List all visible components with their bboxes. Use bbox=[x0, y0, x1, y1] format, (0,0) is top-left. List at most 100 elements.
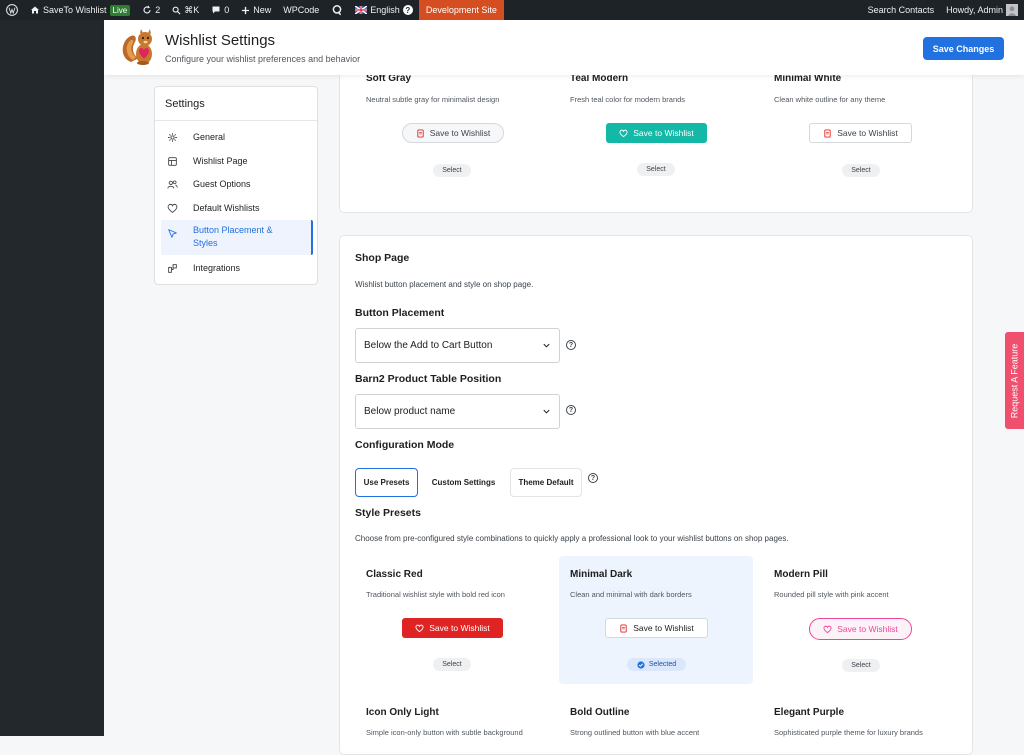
settings-sidebar: Settings General Wishlist Page Guest Opt… bbox=[154, 86, 318, 285]
uk-flag-icon bbox=[355, 6, 368, 14]
button-placement-label: Button Placement bbox=[355, 307, 445, 319]
sidebar-item-button-placement[interactable]: Button Placement & Styles bbox=[161, 220, 313, 255]
preset-desc: Clean and minimal with dark borders bbox=[570, 590, 692, 599]
plus-icon bbox=[242, 6, 250, 14]
admin-bar: SaveTo Wishlist Live 2 ⌘K 0 New WPCode E… bbox=[0, 0, 1024, 20]
button-label: Save to Wishlist bbox=[633, 623, 694, 633]
select-button[interactable]: Select bbox=[842, 659, 880, 672]
preset-name: Minimal Dark bbox=[570, 569, 633, 580]
sidebar-item-label: Button Placement & Styles bbox=[193, 225, 273, 248]
save-changes-button[interactable]: Save Changes bbox=[923, 37, 1004, 60]
admin-bar-new[interactable]: New bbox=[235, 0, 277, 20]
search-contacts-link[interactable]: Search Contacts bbox=[862, 0, 941, 20]
integrations-icon bbox=[168, 263, 177, 273]
preset-name: Classic Red bbox=[366, 569, 423, 580]
q-logo-icon bbox=[332, 5, 342, 16]
sidebar-item-label: Default Wishlists bbox=[193, 202, 260, 213]
sidebar-title: Settings bbox=[165, 98, 205, 110]
sidebar-item-integrations[interactable]: Integrations bbox=[161, 260, 313, 276]
sidebar-item-label: Guest Options bbox=[193, 178, 251, 189]
live-badge: Live bbox=[109, 4, 131, 16]
admin-bar-command[interactable]: ⌘K bbox=[166, 0, 205, 20]
shop-page-card: Shop Page Wishlist button placement and … bbox=[339, 235, 973, 755]
button-label: Save to Wishlist bbox=[837, 128, 898, 138]
admin-bar-updates[interactable]: 2 bbox=[136, 0, 166, 20]
users-icon bbox=[167, 180, 178, 188]
selected-badge[interactable]: Selected bbox=[627, 658, 686, 671]
minimal-dark-wishlist-button[interactable]: Save to Wishlist bbox=[605, 618, 708, 638]
select-button[interactable]: Select bbox=[637, 163, 675, 176]
tab-theme-default[interactable]: Theme Default bbox=[510, 468, 582, 497]
wpcode-label: WPCode bbox=[283, 5, 320, 15]
page-title: Wishlist Settings bbox=[165, 32, 276, 49]
sidebar-item-label: General bbox=[193, 131, 226, 142]
wordpress-logo-icon[interactable] bbox=[0, 0, 24, 20]
select-value: Below the Add to Cart Button bbox=[364, 340, 493, 351]
admin-menu-sidebar bbox=[0, 20, 104, 736]
sidebar-item-wishlist-page[interactable]: Wishlist Page bbox=[161, 153, 313, 169]
home-icon bbox=[31, 6, 39, 14]
top-presets-card: Soft Gray Neutral subtle gray for minima… bbox=[339, 68, 973, 213]
modern-pill-wishlist-button[interactable]: Save to Wishlist bbox=[809, 618, 912, 640]
howdy-admin-link[interactable]: Howdy, Admin bbox=[940, 0, 1024, 20]
shop-page-title: Shop Page bbox=[355, 252, 410, 264]
preset-name: Elegant Purple bbox=[774, 707, 845, 718]
site-name: SaveTo Wishlist bbox=[43, 5, 107, 15]
preset-name: Icon Only Light bbox=[366, 707, 439, 718]
barn2-position-select[interactable]: Below product name bbox=[355, 394, 560, 429]
selected-label: Selected bbox=[648, 661, 677, 668]
request-feature-label: Request A Feature bbox=[1009, 343, 1020, 418]
howdy-label: Howdy, Admin bbox=[946, 5, 1003, 15]
squirrel-logo-icon bbox=[122, 29, 152, 65]
button-label: Save to Wishlist bbox=[429, 623, 490, 633]
development-site-badge[interactable]: Development Site bbox=[418, 0, 504, 20]
admin-bar-site[interactable]: SaveTo Wishlist Live bbox=[24, 0, 136, 20]
new-label: New bbox=[253, 5, 272, 15]
sidebar-item-guest-options[interactable]: Guest Options bbox=[161, 176, 313, 192]
select-button[interactable]: Select bbox=[842, 164, 880, 177]
sidebar-item-label: Integrations bbox=[193, 262, 241, 273]
bookmark-icon bbox=[824, 128, 831, 138]
help-icon[interactable]: ? bbox=[588, 473, 598, 483]
preset-name: Bold Outline bbox=[570, 707, 630, 718]
admin-bar-language[interactable]: English ? bbox=[349, 0, 419, 20]
help-icon[interactable]: ? bbox=[566, 340, 576, 350]
bookmark-icon bbox=[417, 128, 424, 138]
preset-desc: Fresh teal color for modern brands bbox=[570, 95, 686, 104]
style-presets-desc: Choose from pre-configured style combina… bbox=[355, 534, 789, 543]
admin-bar-comments[interactable]: 0 bbox=[205, 0, 235, 20]
teal-modern-wishlist-button[interactable]: Save to Wishlist bbox=[606, 123, 707, 143]
select-button[interactable]: Select bbox=[433, 658, 471, 671]
heart-icon bbox=[823, 625, 832, 633]
request-feature-tab[interactable]: Request A Feature bbox=[1005, 332, 1024, 429]
cursor-icon bbox=[168, 229, 177, 238]
select-button[interactable]: Select bbox=[433, 164, 471, 177]
chevron-down-icon bbox=[543, 343, 550, 348]
admin-bar-wpcode[interactable]: WPCode bbox=[277, 0, 325, 20]
button-placement-select[interactable]: Below the Add to Cart Button bbox=[355, 328, 560, 363]
check-circle-icon bbox=[637, 660, 645, 669]
minimal-white-wishlist-button[interactable]: Save to Wishlist bbox=[809, 123, 912, 143]
sidebar-item-general[interactable]: General bbox=[161, 129, 313, 145]
layout-icon bbox=[168, 156, 177, 166]
admin-bar-q[interactable] bbox=[325, 0, 349, 20]
button-label: Save to Wishlist bbox=[633, 128, 694, 138]
tab-custom-settings[interactable]: Custom Settings bbox=[424, 468, 503, 497]
classic-red-wishlist-button[interactable]: Save to Wishlist bbox=[402, 618, 503, 638]
updates-count: 2 bbox=[155, 5, 161, 15]
select-value: Below product name bbox=[364, 406, 456, 417]
help-icon[interactable]: ? bbox=[566, 405, 576, 415]
refresh-icon bbox=[143, 5, 151, 14]
comments-count: 0 bbox=[224, 5, 230, 15]
tab-use-presets[interactable]: Use Presets bbox=[355, 468, 418, 497]
preset-desc: Rounded pill style with pink accent bbox=[774, 590, 889, 599]
barn2-position-label: Barn2 Product Table Position bbox=[355, 373, 502, 385]
avatar bbox=[1006, 4, 1018, 16]
heart-icon bbox=[167, 203, 178, 213]
soft-gray-wishlist-button[interactable]: Save to Wishlist bbox=[402, 123, 504, 143]
preset-desc: Traditional wishlist style with bold red… bbox=[366, 590, 505, 599]
sidebar-item-default-wishlists[interactable]: Default Wishlists bbox=[161, 200, 313, 216]
heart-icon bbox=[619, 129, 628, 137]
configuration-mode-label: Configuration Mode bbox=[355, 439, 455, 451]
heart-icon bbox=[415, 624, 424, 632]
